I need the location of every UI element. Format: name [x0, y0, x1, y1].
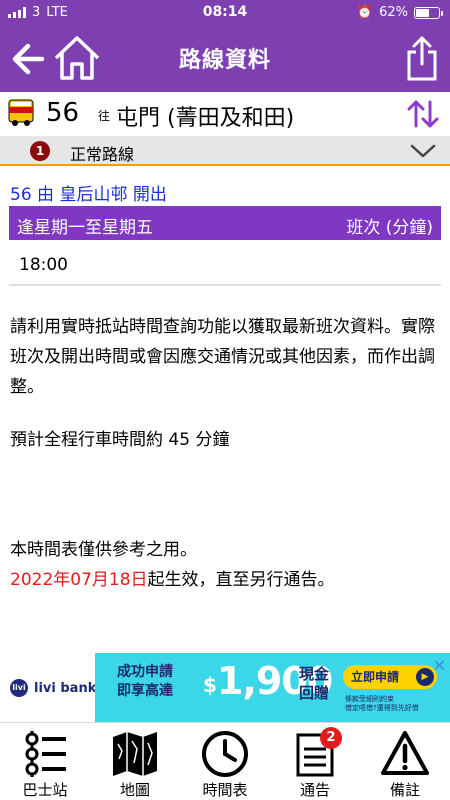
route-variant-selector[interactable]: 1 正常路線 — [0, 136, 450, 166]
direction-label: 往 — [98, 109, 111, 123]
ad-cash-line2: 回贈 — [299, 684, 330, 702]
ad-cash: 現金 回贈 — [299, 665, 329, 703]
ad-fine-line1: 條款受細則約束 — [345, 695, 394, 703]
departure-info: 56 由 皇后山邨 開出 — [10, 185, 167, 205]
route-destination: 屯門 (菁田及和田) — [116, 106, 295, 131]
reference-note: 本時間表僅供參考之用。 — [10, 540, 197, 560]
route-header: 56 往 屯門 (菁田及和田) — [0, 92, 450, 136]
ad-lead-line1: 成功申請 — [117, 664, 173, 680]
variant-label: 正常路線 — [70, 145, 135, 164]
warning-icon — [381, 731, 429, 775]
tab-label: 通告 — [299, 781, 330, 799]
alarm-icon: ⏰ — [356, 5, 374, 20]
variant-number-badge: 1 — [30, 141, 50, 161]
ad-panel[interactable]: 成功申請 即享高達 $ 1,900 現金 回贈 立即申請 ▶ 條款受細則約束 借… — [95, 653, 450, 723]
ad-cash-line1: 現金 — [299, 665, 330, 683]
status-bar: 3 LTE 08:14 ⏰ 62% — [0, 0, 450, 26]
chevron-down-icon[interactable] — [410, 144, 436, 158]
timetable-header: 逢星期一至星期五 班次 (分鐘) — [9, 206, 441, 240]
share-icon[interactable] — [406, 34, 438, 82]
ad-fine-line2: 借定唔借?還得到先好借 — [345, 704, 419, 712]
ad-apply-button[interactable]: 立即申請 ▶ — [343, 665, 437, 689]
top-bar: 3 LTE 08:14 ⏰ 62% 路線資料 — [0, 0, 450, 92]
tab-label: 地圖 — [119, 781, 150, 799]
frequency-label: 班次 (分鐘) — [346, 218, 433, 238]
ad-lead-line2: 即享高達 — [117, 683, 173, 699]
ad-logo: livi livi bank — [10, 679, 96, 697]
effective-date: 2022年07月18日 — [10, 570, 148, 590]
bus-icon — [8, 99, 34, 126]
battery-fill — [416, 8, 429, 17]
bottom-tab-bar: 巴士站 地圖 時間表 2 通告 備註 — [0, 722, 450, 800]
map-icon — [113, 732, 157, 776]
tab-bus-stops[interactable]: 巴士站 — [0, 723, 90, 800]
ad-banner[interactable]: livi livi bank 成功申請 即享高達 $ 1,900 現金 回贈 立… — [0, 653, 450, 723]
ad-close-icon[interactable]: ✕ — [433, 656, 446, 675]
ad-fine-print: 條款受細則約束 借定唔借?還得到先好借 — [345, 695, 419, 713]
day-label: 逢星期一至星期五 — [17, 218, 153, 238]
ad-lead: 成功申請 即享高達 — [117, 663, 173, 701]
effective-suffix: 起生效，直至另行通告。 — [147, 570, 335, 590]
realtime-note: 請利用實時抵站時間查詢功能以獲取最新班次資料。實際班次及開出時間或會因應交通情況… — [10, 312, 442, 402]
nav-header: 路線資料 — [0, 26, 450, 92]
livi-logo-icon: livi — [10, 679, 28, 697]
swap-direction-icon[interactable] — [406, 98, 440, 130]
notice-count-badge: 2 — [320, 727, 342, 749]
realtime-note-text: 請利用實時抵站時間查詢功能以獲取最新班次資料。實際班次及開出時間或會因應交通情況… — [10, 317, 435, 397]
departure-time: 18:00 — [19, 255, 68, 275]
battery-icon — [414, 6, 443, 19]
ad-brand: livi bank — [34, 680, 97, 696]
tab-map[interactable]: 地圖 — [90, 723, 180, 800]
clock-icon — [202, 731, 248, 777]
tab-label: 時間表 — [180, 779, 270, 800]
tab-remarks[interactable]: 備註 — [360, 723, 450, 800]
timetable-row: 18:00 — [9, 240, 441, 286]
tab-label: 巴士站 — [22, 781, 68, 799]
route-number: 56 — [46, 98, 80, 128]
effective-note: 2022年07月18日起生效，直至另行通告。 — [10, 565, 335, 590]
journey-time-note: 預計全程行車時間約 45 分鐘 — [10, 430, 230, 450]
tab-label: 備註 — [389, 781, 420, 799]
play-icon: ▶ — [416, 668, 434, 686]
tab-notices[interactable]: 2 通告 — [270, 723, 360, 800]
tab-timetable[interactable]: 時間表 — [180, 723, 270, 800]
ad-currency: $ — [203, 673, 217, 697]
page-title: 路線資料 — [178, 48, 271, 73]
ad-apply-label: 立即申請 — [351, 670, 400, 684]
battery-percent: 62% — [379, 5, 408, 20]
bus-stop-list-icon — [25, 731, 66, 777]
